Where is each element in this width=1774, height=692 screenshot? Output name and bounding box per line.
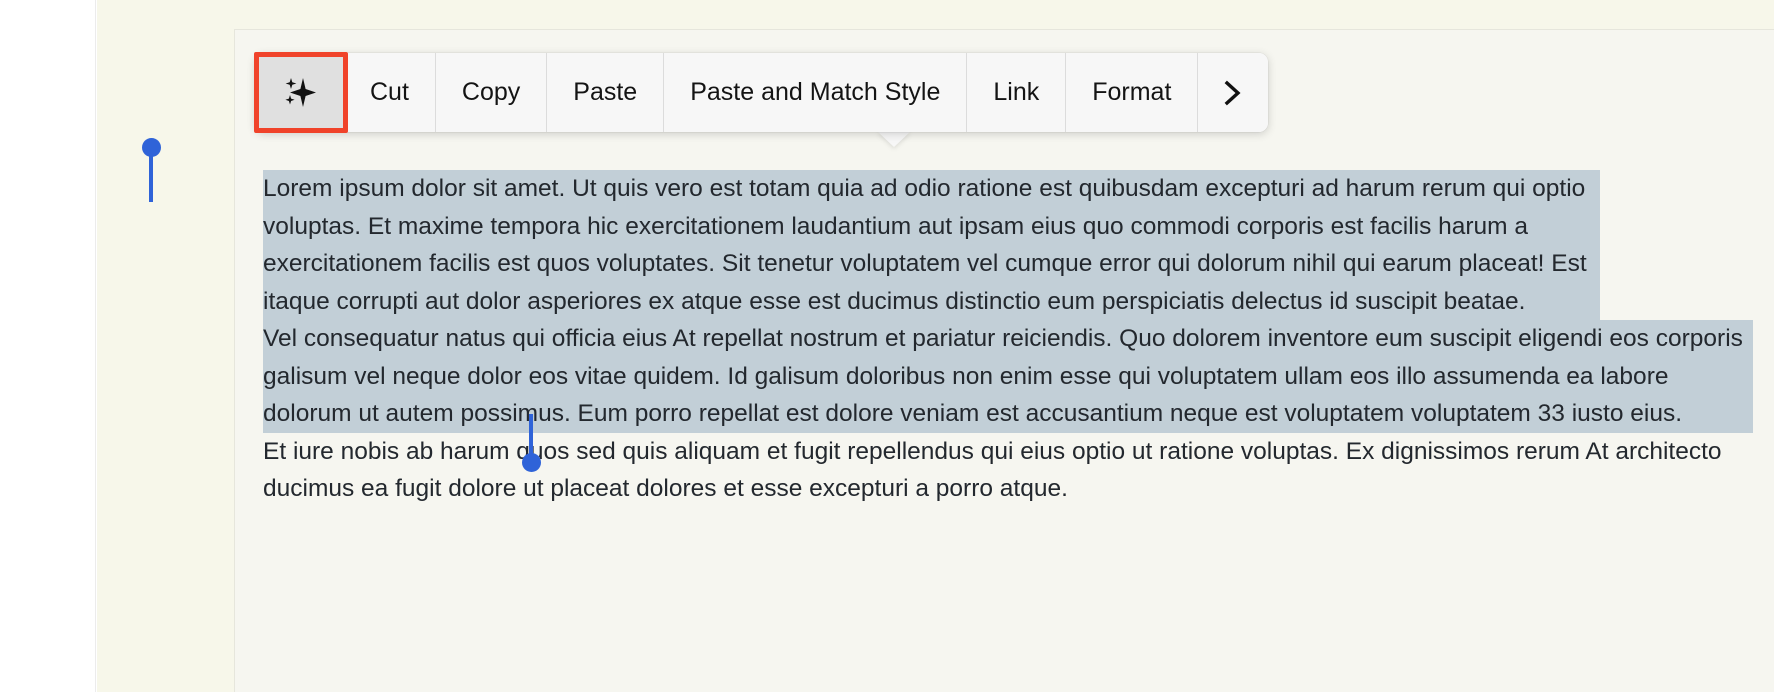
selection-start-knob[interactable] <box>142 138 161 157</box>
selection-start-handle[interactable] <box>149 154 153 202</box>
paragraph-1-text: Lorem ipsum dolor sit amet. Ut quis vero… <box>263 175 1587 315</box>
paragraph-2-body: Vel consequatur natus qui officia eius A… <box>263 325 1743 427</box>
left-gutter <box>0 0 96 692</box>
context-menu-item-paste-match-style-label: Paste and Match Style <box>690 78 941 106</box>
context-menu-tail <box>877 131 911 147</box>
context-menu-item-copy-label: Copy <box>461 78 521 106</box>
paragraph-2[interactable]: Vel consequatur natus qui officia eius A… <box>263 320 1753 433</box>
context-menu-item-link[interactable]: Link <box>967 53 1067 132</box>
document-body[interactable]: Lorem ipsum dolor sit amet. Ut quis vero… <box>263 170 1753 508</box>
context-menu-item-cut-label: Cut <box>370 78 409 106</box>
context-menu-item-paste[interactable]: Paste <box>547 53 665 132</box>
selection-end-knob[interactable] <box>522 453 541 472</box>
chevron-right-icon <box>1220 78 1246 108</box>
context-menu-item-paste-match-style[interactable]: Paste and Match Style <box>664 53 968 132</box>
paragraph-3[interactable]: Et iure nobis ab harum quos sed quis ali… <box>263 433 1753 508</box>
app-root: Lorem Lorem ipsum dolor sit amet. Ut qui… <box>0 0 1774 692</box>
context-menu-item-format-label: Format <box>1092 78 1172 106</box>
context-menu-item-copy[interactable]: Copy <box>435 53 548 132</box>
context-menu: Cut Copy Paste Paste and Match Style Lin… <box>255 53 1269 132</box>
sparkle-icon <box>279 73 319 113</box>
context-menu-item-ai[interactable] <box>255 53 344 132</box>
paragraph-2-text: Vel consequatur natus qui officia eius A… <box>263 320 1753 433</box>
context-menu-item-more[interactable] <box>1198 53 1269 132</box>
paragraph-1[interactable]: Lorem ipsum dolor sit amet. Ut quis vero… <box>263 170 1600 320</box>
context-menu-item-paste-label: Paste <box>573 78 638 106</box>
context-menu-item-format[interactable]: Format <box>1066 53 1199 132</box>
context-menu-item-link-label: Link <box>993 78 1040 106</box>
paragraph-3-text: Et iure nobis ab harum quos sed quis ali… <box>263 437 1722 503</box>
context-menu-item-cut[interactable]: Cut <box>344 53 436 132</box>
